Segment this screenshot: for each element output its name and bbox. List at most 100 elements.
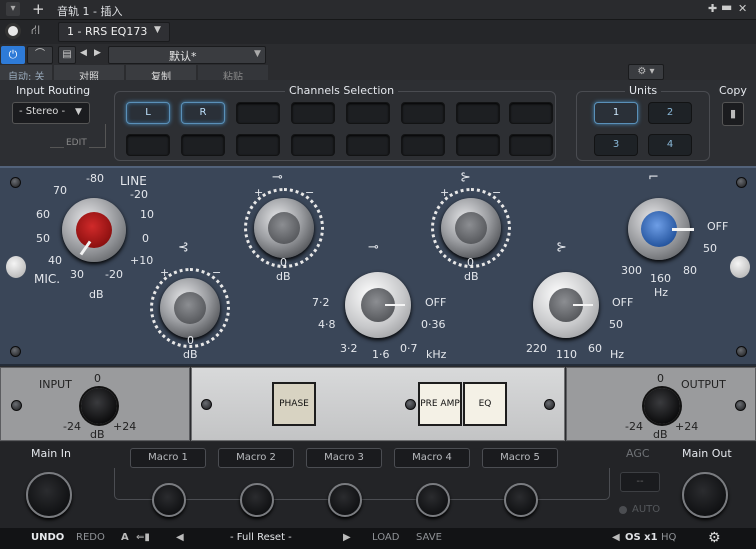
window-title: 音轨 1 - 插入 xyxy=(57,5,123,18)
high-freq-knob[interactable] xyxy=(533,272,599,338)
input-gain-knob[interactable] xyxy=(81,388,117,424)
screw-icon xyxy=(736,346,747,357)
copy-button[interactable]: ▮ xyxy=(722,102,744,126)
channel-button[interactable] xyxy=(181,134,225,156)
channel-button[interactable] xyxy=(456,102,500,124)
low-shelf-icon: ⊰ xyxy=(178,240,189,255)
prev-preset-icon[interactable]: ◀ xyxy=(80,48,87,58)
minimize-icon[interactable]: ▬ xyxy=(721,0,732,14)
channel-r-button[interactable]: R xyxy=(181,102,225,124)
macro-3-button[interactable]: Macro 3 xyxy=(306,448,382,468)
macro-1-button[interactable]: Macro 1 xyxy=(130,448,206,468)
gain-scale-label: -20 xyxy=(130,188,148,201)
line-mic-switch-right[interactable] xyxy=(730,256,750,278)
channel-button[interactable] xyxy=(236,102,280,124)
screw-icon xyxy=(10,346,21,357)
os-arrow-icon[interactable]: ◀ xyxy=(612,529,620,547)
channel-button[interactable] xyxy=(401,134,445,156)
paste-preset-button[interactable]: 粘贴 xyxy=(198,65,268,83)
preset-name[interactable]: - Full Reset - xyxy=(230,529,292,547)
unit-4-button[interactable]: 4 xyxy=(648,134,692,156)
settings-gear-icon[interactable]: ⚙ xyxy=(708,529,721,547)
channel-button[interactable] xyxy=(126,134,170,156)
line-label: LINE xyxy=(120,174,147,188)
prev-preset-icon[interactable]: ◀ xyxy=(176,529,184,547)
close-icon[interactable]: ✕ xyxy=(738,2,747,15)
automation-button[interactable]: ⌒ xyxy=(27,46,53,64)
pin-icon[interactable]: ✚ xyxy=(708,2,717,15)
redo-button[interactable]: REDO xyxy=(76,529,105,547)
compare-button[interactable]: 对照 xyxy=(54,65,124,83)
knob-cap xyxy=(455,212,487,244)
output-gain-knob[interactable] xyxy=(644,388,680,424)
high-shelf-icon: ⊸ xyxy=(272,170,283,185)
channel-button[interactable] xyxy=(509,102,553,124)
macro-2-button[interactable]: Macro 2 xyxy=(218,448,294,468)
unit-1-button[interactable]: 1 xyxy=(594,102,638,124)
add-icon[interactable]: + xyxy=(32,0,45,18)
main-out-label: Main Out xyxy=(682,447,732,460)
line-mic-switch-left[interactable] xyxy=(6,256,26,278)
channel-l-button[interactable]: L xyxy=(126,102,170,124)
preset-menu-button[interactable]: ▤ xyxy=(58,46,76,64)
mid-freq-knob[interactable] xyxy=(345,272,411,338)
next-preset-icon[interactable]: ▶ xyxy=(343,529,351,547)
mid-freq-label: 0·36 xyxy=(421,318,446,331)
gain-knob[interactable] xyxy=(62,198,126,262)
hq-button[interactable]: HQ xyxy=(661,529,676,547)
routing-dropdown[interactable]: - Stereo - ▼ xyxy=(12,102,90,124)
gain-scale-label: 0 xyxy=(142,232,149,245)
edit-button[interactable]: EDIT xyxy=(64,138,89,148)
hpf-knob[interactable] xyxy=(628,198,694,260)
unit-3-button[interactable]: 3 xyxy=(594,134,638,156)
ab-label[interactable]: A xyxy=(121,529,129,547)
high-gain-knob[interactable] xyxy=(254,198,314,258)
main-out-knob[interactable] xyxy=(682,472,728,518)
channel-button[interactable] xyxy=(291,102,335,124)
macro-5-knob[interactable] xyxy=(504,483,538,517)
macro-1-knob[interactable] xyxy=(152,483,186,517)
channel-button[interactable] xyxy=(456,134,500,156)
plugin-selector[interactable]: 1 - RRS EQ173 ▼ xyxy=(58,22,170,42)
ab-copy-icon[interactable]: ⇐▮ xyxy=(136,529,150,547)
macro-5-button[interactable]: Macro 5 xyxy=(482,448,558,468)
settings-button[interactable]: ⚙ ▾ xyxy=(628,64,664,80)
channel-button[interactable] xyxy=(509,134,553,156)
macro-2-knob[interactable] xyxy=(240,483,274,517)
mid-gain-knob[interactable] xyxy=(441,198,501,258)
macro-4-knob[interactable] xyxy=(416,483,450,517)
eq-panel: -80 LINE -20 10 0 +10 -20 30 40 50 60 70… xyxy=(0,166,756,366)
channel-button[interactable] xyxy=(291,134,335,156)
channel-button[interactable] xyxy=(401,102,445,124)
agc-value[interactable]: -- xyxy=(620,472,660,492)
preamp-button[interactable]: PRE AMP xyxy=(418,382,462,426)
channel-button[interactable] xyxy=(346,134,390,156)
save-button[interactable]: SAVE xyxy=(416,529,442,547)
bypass-button[interactable]: ⏻ xyxy=(1,46,25,64)
phase-button[interactable]: PHASE xyxy=(272,382,316,426)
routing-panel: Input Routing - Stereo - ▼ EDIT Channels… xyxy=(0,80,756,166)
routing-icon[interactable]: ⛙ xyxy=(31,23,40,40)
hi-freq-label: 110 xyxy=(556,348,577,361)
hpf-freq-label: 160 xyxy=(650,272,671,285)
next-preset-icon[interactable]: ▶ xyxy=(94,48,101,58)
low-gain-knob[interactable] xyxy=(160,278,220,338)
channel-button[interactable] xyxy=(346,102,390,124)
copy-preset-button[interactable]: 复制 xyxy=(126,65,196,83)
preset-selector[interactable]: 默认* ▼ xyxy=(108,46,266,64)
macro-4-button[interactable]: Macro 4 xyxy=(394,448,470,468)
eq-button[interactable]: EQ xyxy=(463,382,507,426)
zero-label: 0 xyxy=(467,256,474,269)
auto-label[interactable]: AUTO xyxy=(632,504,660,515)
power-knob-icon[interactable] xyxy=(5,23,21,39)
oversampling-value[interactable]: OS x1 xyxy=(625,529,658,547)
undo-button[interactable]: UNDO xyxy=(31,529,64,547)
mid-freq-label: 3·2 xyxy=(340,342,358,355)
macro-3-knob[interactable] xyxy=(328,483,362,517)
unit-2-button[interactable]: 2 xyxy=(648,102,692,124)
auto-status[interactable]: 自动: 关 xyxy=(0,65,52,83)
channel-button[interactable] xyxy=(236,134,280,156)
load-button[interactable]: LOAD xyxy=(372,529,399,547)
main-in-knob[interactable] xyxy=(26,472,72,518)
plugin-name: 1 - RRS EQ173 xyxy=(67,25,148,38)
